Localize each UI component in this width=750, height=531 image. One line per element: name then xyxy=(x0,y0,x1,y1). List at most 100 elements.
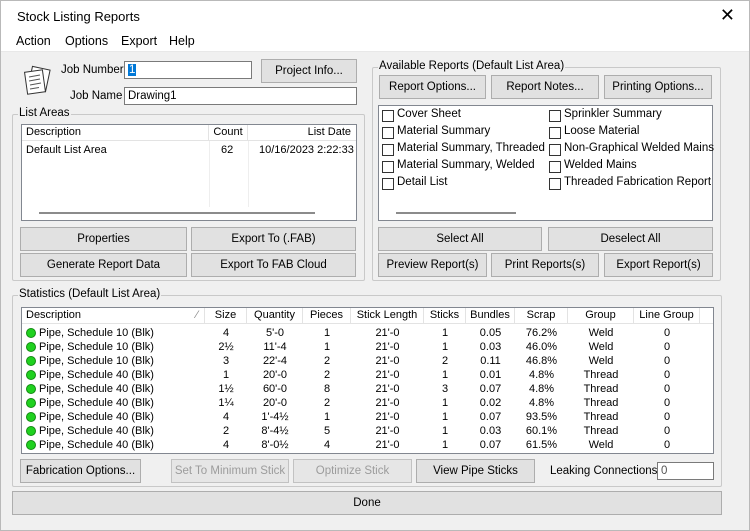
view-pipe-sticks-button[interactable]: View Pipe Sticks xyxy=(416,459,535,483)
cell-size: 2½ xyxy=(218,341,234,353)
checkbox-material-summary[interactable] xyxy=(382,127,394,139)
col-group[interactable]: Group xyxy=(568,308,634,324)
cell-scrap: 60.1% xyxy=(525,425,558,437)
export-reports-button[interactable]: Export Report(s) xyxy=(604,253,713,277)
col-list-date[interactable]: List Date xyxy=(248,125,356,141)
status-dot-icon xyxy=(26,426,36,436)
table-row[interactable]: Pipe, Schedule 10 (Blk) 4 5'-0 1 21'-0 1 0.05 7… xyxy=(22,326,713,340)
close-icon[interactable]: ✕ xyxy=(720,5,735,26)
optimize-stick-button[interactable]: Optimize Stick xyxy=(293,459,412,483)
menu-options[interactable]: Options xyxy=(65,34,108,48)
cell-stick-length: 21'-0 xyxy=(375,341,400,353)
select-all-button[interactable]: Select All xyxy=(378,227,542,251)
checkbox-loose-material[interactable] xyxy=(549,127,561,139)
job-number-field[interactable]: 1 xyxy=(124,61,252,79)
checkbox-cover-sheet[interactable] xyxy=(382,110,394,122)
checkbox-material-summary-threaded[interactable] xyxy=(382,144,394,156)
table-row[interactable]: Pipe, Schedule 40 (Blk) 1¼ 20'-0 2 21'-0 1 0.0… xyxy=(22,396,713,410)
cell-size: 4 xyxy=(222,327,230,339)
col-bundles[interactable]: Bundles xyxy=(466,308,515,324)
col-pieces[interactable]: Pieces xyxy=(303,308,351,324)
cell-line-group: 0 xyxy=(663,397,671,409)
checkbox-non-graphical-welded-mains[interactable] xyxy=(549,144,561,156)
table-row[interactable]: Default List Area 62 10/16/2023 2:22:33 xyxy=(22,143,356,158)
col-description[interactable]: Description ⁄ xyxy=(22,308,205,324)
cell-pieces: 1 xyxy=(323,341,331,353)
cell-scrap: 4.8% xyxy=(528,383,555,395)
horizontal-scrollbar[interactable] xyxy=(39,212,315,214)
cell-size: 4 xyxy=(222,439,230,451)
table-row[interactable]: Pipe, Schedule 40 (Blk) 2 8'-4½ 5 21'-0 1 0.03… xyxy=(22,424,713,438)
report-notes-button[interactable]: Report Notes... xyxy=(491,75,599,99)
col-count[interactable]: Count xyxy=(209,125,248,141)
cell-scrap: 46.8% xyxy=(525,355,558,367)
report-item-label: Non-Graphical Welded Mains xyxy=(564,142,714,154)
job-name-label: Job Name xyxy=(70,90,123,102)
report-options-button[interactable]: Report Options... xyxy=(379,75,486,99)
cell-bundles: 0.03 xyxy=(479,341,502,353)
cell-bundles: 0.01 xyxy=(479,369,502,381)
reports-scrollbar[interactable] xyxy=(396,212,516,214)
cell-pieces: 8 xyxy=(323,383,331,395)
menu-help[interactable]: Help xyxy=(169,34,195,48)
set-to-minimum-stick-button[interactable]: Set To Minimum Stick xyxy=(171,459,289,483)
preview-reports-button[interactable]: Preview Report(s) xyxy=(378,253,487,277)
cell-description: Pipe, Schedule 40 (Blk) xyxy=(39,383,154,395)
report-item-label: Detail List xyxy=(397,176,448,188)
cell-bundles: 0.07 xyxy=(479,411,502,423)
table-row[interactable]: Pipe, Schedule 10 (Blk) 2½ 11'-4 1 21'-0 1 0.0… xyxy=(22,340,713,354)
cell-line-group: 0 xyxy=(663,327,671,339)
checkbox-sprinkler-summary[interactable] xyxy=(549,110,561,122)
generate-report-data-button[interactable]: Generate Report Data xyxy=(20,253,187,277)
cell-line-group: 0 xyxy=(663,439,671,451)
table-row[interactable]: Pipe, Schedule 10 (Blk) 3 22'-4 2 21'-0 2 0.11… xyxy=(22,354,713,368)
cell-group: Weld xyxy=(588,355,614,367)
table-row[interactable]: Pipe, Schedule 40 (Blk) 1 20'-0 2 21'-0 1 0.01… xyxy=(22,368,713,382)
cell-line-group: 0 xyxy=(663,411,671,423)
cell-scrap: 46.0% xyxy=(525,341,558,353)
statistics-table[interactable]: Description ⁄ Size Quantity Pieces Stick … xyxy=(21,307,714,454)
col-scrap[interactable]: Scrap xyxy=(515,308,568,324)
properties-button[interactable]: Properties xyxy=(20,227,187,251)
checkbox-welded-mains[interactable] xyxy=(549,161,561,173)
report-item-label: Material Summary xyxy=(397,125,491,137)
job-name-field[interactable]: Drawing1 xyxy=(124,87,357,105)
cell-group: Thread xyxy=(583,397,619,409)
col-size[interactable]: Size xyxy=(205,308,247,324)
checkbox-material-summary-welded[interactable] xyxy=(382,161,394,173)
cell-line-group: 0 xyxy=(663,383,671,395)
cell-stick-length: 21'-0 xyxy=(375,397,400,409)
cell-line-group: 0 xyxy=(663,355,671,367)
checkbox-detail-list[interactable] xyxy=(382,178,394,190)
list-areas-table[interactable]: Description Count List Date Default List… xyxy=(21,124,357,221)
table-row[interactable]: Pipe, Schedule 40 (Blk) 4 1'-4½ 1 21'-0 1 0.07… xyxy=(22,410,713,424)
col-description[interactable]: Description xyxy=(22,125,209,141)
done-button[interactable]: Done xyxy=(12,491,722,515)
status-dot-icon xyxy=(26,412,36,422)
cell-quantity: 60'-0 xyxy=(262,383,288,395)
col-line-group[interactable]: Line Group xyxy=(634,308,700,324)
cell-bundles: 0.11 xyxy=(480,355,501,367)
fabrication-options-button[interactable]: Fabrication Options... xyxy=(20,459,141,483)
deselect-all-button[interactable]: Deselect All xyxy=(548,227,713,251)
table-row[interactable]: Pipe, Schedule 40 (Blk) 4 8'-0½ 4 21'-0 1 0.07… xyxy=(22,438,713,452)
col-stick-length[interactable]: Stick Length xyxy=(351,308,424,324)
job-number-label: Job Number xyxy=(61,64,124,76)
checkbox-threaded-fabrication-report[interactable] xyxy=(549,178,561,190)
menu-action[interactable]: Action xyxy=(16,34,51,48)
table-row[interactable]: Pipe, Schedule 40 (Blk) 1½ 60'-0 8 21'-0 3 0.0… xyxy=(22,382,713,396)
col-sticks[interactable]: Sticks xyxy=(424,308,466,324)
cell-scrap: 61.5% xyxy=(525,439,558,451)
export-fab-button[interactable]: Export To (.FAB) xyxy=(191,227,356,251)
menu-export[interactable]: Export xyxy=(121,34,157,48)
export-fab-cloud-button[interactable]: Export To FAB Cloud xyxy=(191,253,356,277)
col-quantity[interactable]: Quantity xyxy=(247,308,303,324)
report-item-label: Welded Mains xyxy=(564,159,637,171)
cell-line-group: 0 xyxy=(663,341,671,353)
printing-options-button[interactable]: Printing Options... xyxy=(604,75,712,99)
cell-group: Thread xyxy=(583,369,619,381)
cell-pieces: 2 xyxy=(323,397,331,409)
cell-quantity: 8'-4½ xyxy=(261,425,289,437)
project-info-button[interactable]: Project Info... xyxy=(261,59,357,83)
print-reports-button[interactable]: Print Reports(s) xyxy=(491,253,599,277)
